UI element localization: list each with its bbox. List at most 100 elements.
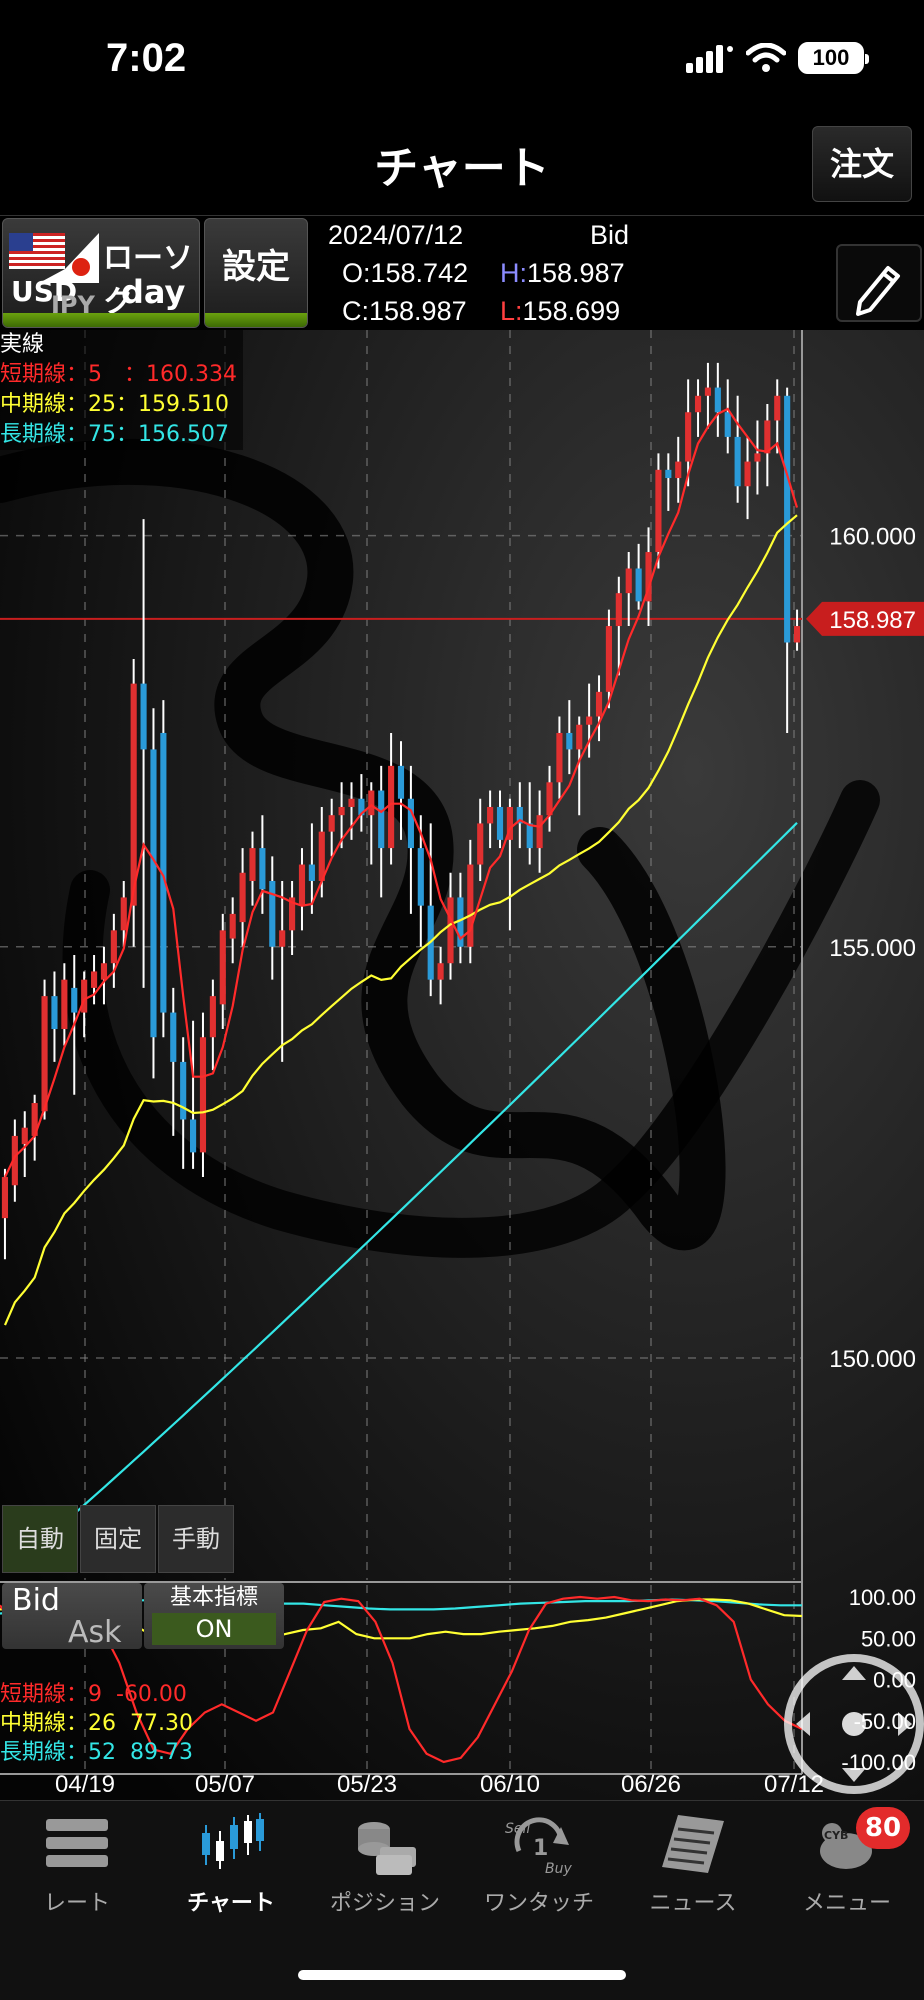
tab-rate-label: レート (43, 1891, 110, 1916)
candle-body-37 (368, 790, 375, 816)
svg-text:1: 1 (533, 1836, 548, 1861)
osc-short-label: 短期線：9 (0, 1682, 102, 1707)
chart-area[interactable]: 160.000 155.000 150.000 158.987 100.00 50.00 0… (0, 330, 924, 1800)
ohlc-high-label: H: (500, 258, 527, 288)
draw-tool-button[interactable] (836, 244, 922, 322)
x-axis-label-0: 04/19 (55, 1771, 115, 1798)
candle-body-45 (447, 897, 454, 964)
candle-body-73 (724, 412, 731, 437)
candle-body-74 (734, 436, 741, 487)
candle-body-20 (199, 1037, 207, 1153)
tab-one-touch[interactable]: Sell 1 Buy ワンタッチ (462, 1811, 616, 1921)
osc-long-label: 長期線：52 (0, 1740, 116, 1765)
candle-body-18 (180, 1061, 187, 1120)
candle-body-80 (793, 626, 801, 643)
candle-body-56 (556, 732, 563, 783)
osc-mid-label: 中期線：26 (0, 1711, 116, 1736)
candle-body-67 (665, 469, 672, 479)
price-chart[interactable]: 160.000 155.000 150.000 158.987 100.00 50.00 0… (0, 330, 924, 1800)
scale-manual-button[interactable]: 手動 (158, 1505, 234, 1573)
ohlc-low-label: L: (500, 296, 523, 326)
scale-mode-group: 自動 固定 手動 (2, 1505, 234, 1573)
osc-short-value: -60.00 (116, 1682, 187, 1707)
tab-menu[interactable]: CYB メニュー 80 (770, 1807, 924, 1921)
y-axis-label-160: 160.000 (829, 524, 916, 551)
tab-rate[interactable]: レート (0, 1811, 154, 1921)
coins-icon (358, 1822, 416, 1875)
candle-body-10 (100, 963, 108, 980)
candle-body-12 (120, 897, 127, 931)
chart-toolbar: USD JPY ローソク day 設定 2024/07/12 Bid O:158… (0, 216, 924, 330)
candle-body-41 (407, 798, 414, 849)
candle-body-57 (566, 732, 573, 750)
indicator-state: ON (152, 1613, 276, 1645)
x-axis-label-2: 05/23 (337, 1771, 397, 1798)
candle-body-75 (744, 461, 751, 487)
svg-text:CYB: CYB (824, 1829, 848, 1842)
ohlc-high-value: 158.987 (527, 258, 625, 288)
candle-body-33 (328, 815, 335, 832)
ma-legend: 実線 短期線：5 ：160.334 中期線：25：159.510 長期線：75：… (0, 330, 243, 450)
newspaper-icon (662, 1815, 724, 1873)
tab-menu-label: メニュー (802, 1891, 891, 1916)
candle-body-7 (71, 987, 78, 1013)
scale-fixed-button[interactable]: 固定 (80, 1505, 156, 1573)
candle-body-6 (61, 979, 68, 1030)
candle-body-19 (190, 1119, 197, 1153)
ohlc-low-value: 158.699 (522, 296, 621, 326)
candle-body-14 (140, 683, 147, 750)
candle-body-71 (704, 387, 712, 396)
svg-text:Buy: Buy (545, 1861, 572, 1877)
candle-body-49 (487, 806, 494, 824)
candle-body-26 (259, 848, 266, 890)
ohlc-close: C:158.987 (342, 296, 467, 326)
candle-body-53 (526, 823, 533, 849)
symbol-selector-button[interactable]: USD JPY ローソク day (2, 218, 200, 328)
candle-body-44 (437, 963, 444, 980)
osc-axis-label-a100: 100.00 (849, 1585, 916, 1610)
x-axis-label-3: 06/10 (480, 1771, 540, 1798)
candle-body-79 (784, 395, 791, 643)
candle-body-50 (496, 806, 504, 840)
current-price-label: 158.987 (829, 607, 916, 634)
candle-body-31 (308, 864, 315, 881)
x-axis-label-4: 06/26 (621, 1771, 681, 1798)
tab-news[interactable]: ニュース (616, 1811, 770, 1921)
tab-chart[interactable]: チャート (154, 1811, 308, 1921)
menu-notification-badge: 80 (856, 1807, 910, 1849)
candle-body-64 (635, 568, 642, 602)
active-indicator (3, 313, 199, 327)
rate-list-icon (46, 1819, 108, 1867)
status-time: 7:02 (106, 36, 187, 80)
candle-body-35 (348, 798, 355, 807)
chart-scroll-joystick[interactable] (784, 1654, 924, 1794)
candle-body-39 (388, 765, 395, 849)
candle-body-70 (694, 395, 702, 413)
tab-position[interactable]: ポジション (308, 1811, 462, 1921)
settings-button[interactable]: 設定 (204, 218, 308, 328)
candle-body-66 (655, 469, 662, 553)
osc-short: 短期線：9 -60.00 (0, 1680, 193, 1709)
tab-news-label: ニュース (649, 1891, 737, 1916)
candle-body-2 (21, 1127, 28, 1145)
ask-label: Ask (68, 1615, 122, 1650)
candle-body-60 (595, 691, 603, 717)
candle-body-4 (41, 996, 48, 1112)
title-bar: チャート 注文 (0, 118, 924, 216)
candle-body-62 (615, 593, 622, 627)
order-button[interactable]: 注文 (812, 126, 912, 202)
osc-long: 長期線：52 89.73 (0, 1738, 193, 1767)
candle-body-15 (150, 749, 157, 1038)
candle-body-58 (576, 724, 583, 750)
scale-auto-button[interactable]: 自動 (2, 1505, 78, 1573)
legend-mid-ma: 中期線：25：159.510 (0, 392, 229, 417)
candle-body-48 (477, 823, 484, 865)
indicator-toggle[interactable]: 基本指標 ON (144, 1583, 284, 1649)
osc-mid: 中期線：26 77.30 (0, 1709, 193, 1738)
bid-ask-toggle[interactable]: Bid Ask (2, 1583, 142, 1650)
ohlc-low: L:158.699 (500, 292, 620, 330)
ohlc-date: 2024/07/12 (328, 220, 464, 250)
x-axis-label-1: 05/07 (195, 1771, 255, 1798)
candle-body-54 (536, 815, 543, 849)
oscillator-legend: 短期線：9 -60.00 中期線：26 77.30 長期線：52 89.73 (0, 1680, 193, 1767)
